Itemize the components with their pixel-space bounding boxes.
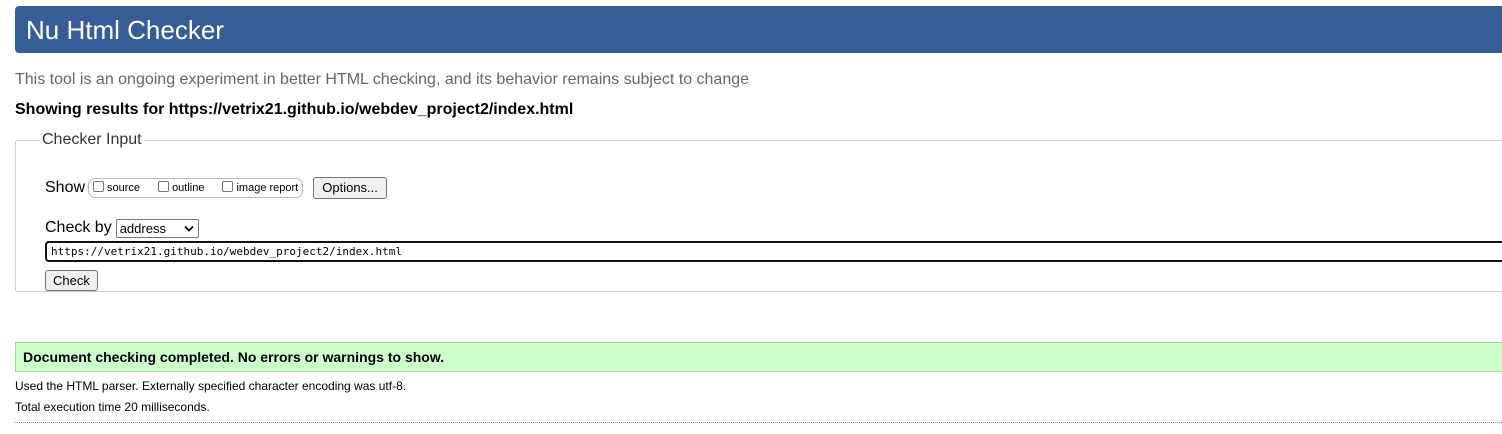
- check-by-label: Check by: [45, 219, 112, 236]
- results-heading: Showing results for https://vetrix21.git…: [15, 101, 574, 118]
- check-button[interactable]: Check: [45, 270, 98, 291]
- divider: [15, 422, 1502, 423]
- execution-time: Total execution time 20 milliseconds.: [15, 400, 210, 414]
- success-message: Document checking completed. No errors o…: [15, 342, 1502, 372]
- tagline: This tool is an ongoing experiment in be…: [15, 71, 750, 88]
- show-image-report-option[interactable]: image report: [220, 180, 298, 194]
- checker-input-fieldset: Checker Input Show source outline image …: [15, 131, 1502, 292]
- check-by-selected-value: address: [119, 220, 166, 236]
- image-report-checkbox-label[interactable]: image report: [236, 182, 298, 194]
- show-row: Show source outline image report Options…: [45, 176, 387, 200]
- parser-details: Used the HTML parser. Externally specifi…: [15, 379, 407, 393]
- source-checkbox[interactable]: [93, 180, 105, 192]
- show-source-option[interactable]: source: [91, 180, 140, 194]
- checker-input-legend: Checker Input: [42, 131, 142, 148]
- page-header: Nu Html Checker: [15, 6, 1502, 53]
- chevron-down-icon: [184, 225, 194, 232]
- check-by-row: Check by address: [45, 218, 199, 238]
- outline-checkbox-label[interactable]: outline: [172, 182, 204, 194]
- source-checkbox-label[interactable]: source: [107, 182, 140, 194]
- show-outline-option[interactable]: outline: [156, 180, 204, 194]
- image-report-checkbox[interactable]: [222, 180, 234, 192]
- options-button[interactable]: Options...: [313, 177, 387, 199]
- show-options-group: source outline image report: [88, 178, 304, 198]
- check-by-select[interactable]: address: [115, 218, 199, 238]
- outline-checkbox[interactable]: [158, 180, 170, 192]
- url-input[interactable]: https://vetrix21.github.io/webdev_projec…: [45, 241, 1502, 262]
- show-label: Show: [45, 179, 86, 196]
- page-title: Nu Html Checker: [26, 15, 224, 45]
